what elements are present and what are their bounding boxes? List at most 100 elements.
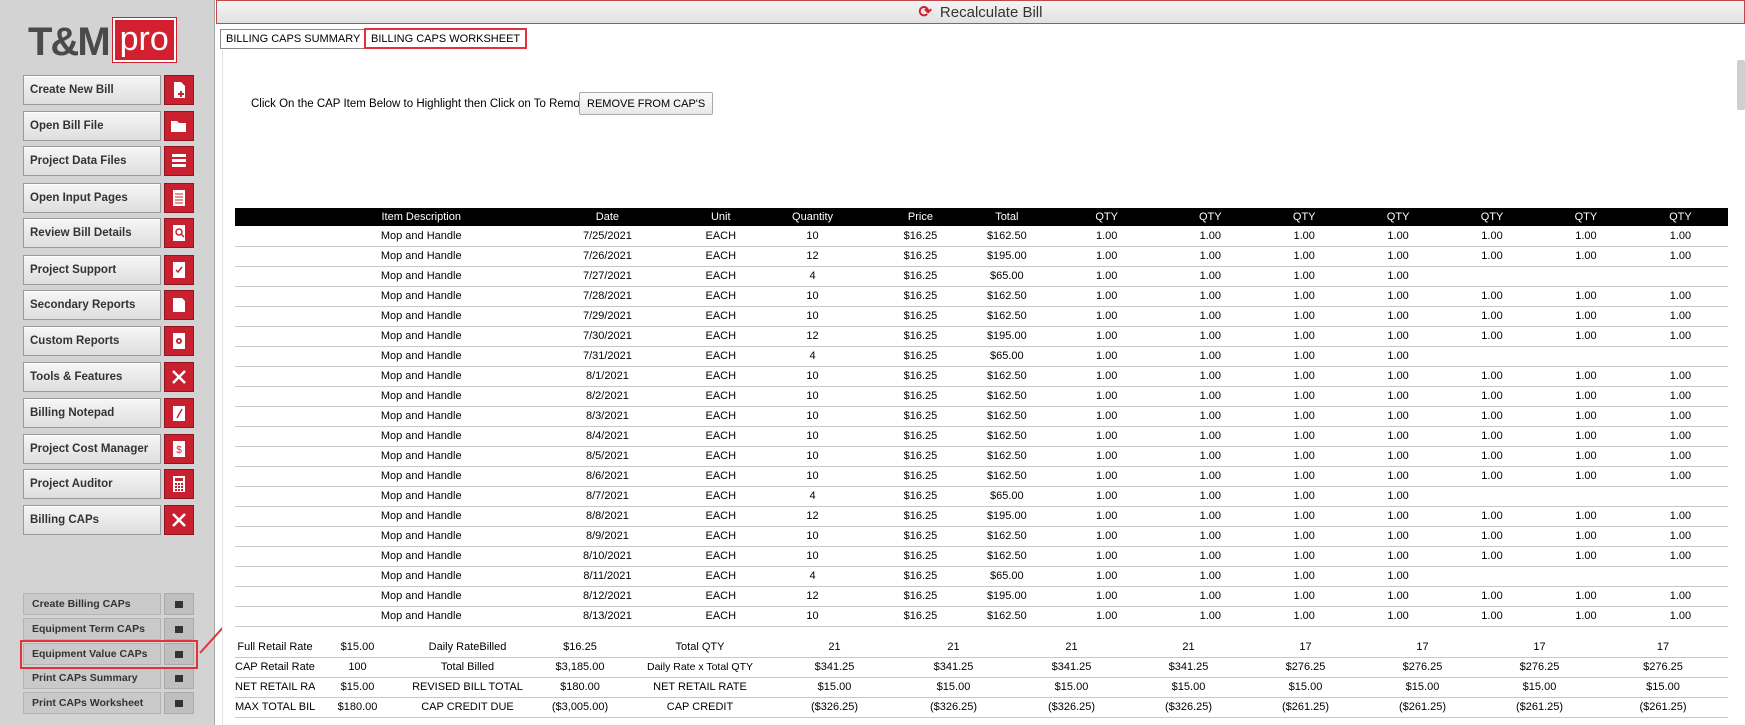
table-cell: 1.00	[1050, 606, 1164, 627]
dollar-document-icon[interactable]: $	[164, 434, 194, 464]
column-header[interactable]: QTY	[1445, 208, 1539, 226]
folder-open-icon[interactable]	[164, 111, 194, 141]
sidebar-item-billing-notepad[interactable]: Billing Notepad	[23, 398, 194, 428]
sidebar-item-label[interactable]: Project Support	[23, 255, 161, 285]
sidebar-item-label[interactable]: Open Input Pages	[23, 183, 161, 213]
table-row[interactable]: Mop and Handle 8/2/2021 EACH 10 $16.25 $162.5…	[235, 386, 1728, 407]
magnify-document-icon[interactable]	[164, 218, 194, 248]
sidebar-subitem-label[interactable]: Equipment Term CAPs	[23, 618, 161, 640]
table-row[interactable]: Mop and Handle 7/25/2021 EACH 10 $16.25 $162.…	[235, 226, 1728, 247]
sidebar-subitem-print-caps-worksheet[interactable]: Print CAPs Worksheet	[23, 692, 194, 714]
column-header[interactable]: Item Description	[321, 208, 522, 226]
calculator-icon[interactable]	[164, 469, 194, 499]
tab-billing-caps-summary[interactable]: BILLING CAPS SUMMARY	[220, 29, 367, 49]
sidebar-item-label[interactable]: Review Bill Details	[23, 218, 161, 248]
square-icon[interactable]	[164, 593, 194, 615]
sidebar-item-label[interactable]: Custom Reports	[23, 326, 161, 356]
column-header[interactable]: QTY	[1257, 208, 1352, 226]
column-header[interactable]	[235, 208, 322, 226]
table-cell: $162.50	[963, 426, 1050, 447]
sidebar-subitem-equipment-term-caps[interactable]: Equipment Term CAPs	[23, 618, 194, 640]
table-row[interactable]: Mop and Handle 8/6/2021 EACH 10 $16.25 $162.5…	[235, 466, 1728, 487]
table-row[interactable]: Mop and Handle 7/28/2021 EACH 10 $16.25 $162.…	[235, 286, 1728, 307]
close-icon[interactable]	[164, 505, 194, 535]
sidebar-item-custom-reports[interactable]: Custom Reports	[23, 326, 194, 356]
remove-from-caps-button[interactable]: REMOVE FROM CAP'S	[579, 92, 714, 115]
sidebar-item-label[interactable]: Open Bill File	[23, 111, 161, 141]
table-row[interactable]: Mop and Handle 8/1/2021 EACH 10 $16.25 $162.5…	[235, 366, 1728, 387]
pages-icon[interactable]	[164, 183, 194, 213]
table-row[interactable]: Mop and Handle 8/13/2021 EACH 10 $16.25 $162.…	[235, 606, 1728, 627]
column-header[interactable]: QTY	[1050, 208, 1164, 226]
column-header[interactable]: QTY	[1538, 208, 1633, 226]
sidebar-item-open-bill-file[interactable]: Open Bill File	[23, 111, 194, 141]
table-cell: EACH	[693, 346, 748, 367]
table-row[interactable]: Mop and Handle 7/31/2021 EACH 4 $16.25 $65.00…	[235, 346, 1728, 367]
table-cell: 1.00	[1538, 366, 1633, 387]
notepad-icon[interactable]	[164, 398, 194, 428]
square-icon[interactable]	[164, 618, 194, 640]
square-icon[interactable]	[164, 667, 194, 689]
table-cell: 1.00	[1632, 306, 1728, 327]
table-row[interactable]: Mop and Handle 7/30/2021 EACH 12 $16.25 $195.…	[235, 326, 1728, 347]
square-icon[interactable]	[164, 692, 194, 714]
summary-cell: ($326.25)	[1130, 697, 1247, 718]
sidebar-item-label[interactable]: Billing CAPs	[23, 505, 161, 535]
sidebar-item-billing-caps[interactable]: Billing CAPs	[23, 505, 194, 535]
vertical-scrollbar[interactable]	[1737, 60, 1745, 110]
table-row[interactable]: Mop and Handle 8/8/2021 EACH 12 $16.25 $195.0…	[235, 506, 1728, 527]
table-row[interactable]: Mop and Handle 7/29/2021 EACH 10 $16.25 $162.…	[235, 306, 1728, 327]
table-row[interactable]: Mop and Handle 8/7/2021 EACH 4 $16.25 $65.00 1…	[235, 486, 1728, 507]
column-header[interactable]: Date	[521, 208, 694, 226]
column-header[interactable]: Price	[877, 208, 964, 226]
sidebar-item-label[interactable]: Billing Notepad	[23, 398, 161, 428]
gear-document-icon[interactable]	[164, 326, 194, 356]
sidebar-item-project-cost-manager[interactable]: Project Cost Manager $	[23, 434, 194, 464]
column-header[interactable]: Unit	[693, 208, 748, 226]
sidebar-item-open-input-pages[interactable]: Open Input Pages	[23, 183, 194, 213]
sidebar-subitem-create-billing-caps[interactable]: Create Billing CAPs	[23, 593, 194, 615]
sidebar-item-label[interactable]: Tools & Features	[23, 362, 161, 392]
table-row[interactable]: Mop and Handle 8/5/2021 EACH 10 $16.25 $162.5…	[235, 446, 1728, 467]
table-row[interactable]: Mop and Handle 8/12/2021 EACH 12 $16.25 $195.…	[235, 586, 1728, 607]
sidebar-item-project-data-files[interactable]: Project Data Files	[23, 146, 194, 176]
table-row[interactable]: Mop and Handle 8/10/2021 EACH 10 $16.25 $162.…	[235, 546, 1728, 567]
recalculate-bill-bar[interactable]: ⟳ Recalculate Bill	[216, 0, 1745, 24]
sidebar-item-create-new-bill[interactable]: Create New Bill	[23, 75, 194, 105]
table-cell: 1.00	[1538, 246, 1633, 267]
table-cell: 1.00	[1050, 346, 1164, 367]
sidebar-subitem-label[interactable]: Create Billing CAPs	[23, 593, 161, 615]
sidebar-item-project-auditor[interactable]: Project Auditor	[23, 469, 194, 499]
table-row[interactable]: Mop and Handle 7/27/2021 EACH 4 $16.25 $65.00…	[235, 266, 1728, 287]
table-row[interactable]: Mop and Handle 8/9/2021 EACH 10 $16.25 $162.5…	[235, 526, 1728, 547]
sidebar-item-label[interactable]: Project Auditor	[23, 469, 161, 499]
sidebar-item-secondary-reports[interactable]: Secondary Reports	[23, 290, 194, 320]
sidebar-subitem-label[interactable]: Print CAPs Worksheet	[23, 692, 161, 714]
sidebar-item-label[interactable]: Project Cost Manager	[23, 434, 161, 464]
sidebar-subitem-label[interactable]: Print CAPs Summary	[23, 667, 161, 689]
table-row[interactable]: Mop and Handle 7/26/2021 EACH 12 $16.25 $195.…	[235, 246, 1728, 267]
checklist-icon[interactable]	[164, 255, 194, 285]
sidebar-item-project-support[interactable]: Project Support	[23, 255, 194, 285]
sidebar-item-review-bill-details[interactable]: Review Bill Details	[23, 218, 194, 248]
table-row[interactable]: Mop and Handle 8/3/2021 EACH 10 $16.25 $162.5…	[235, 406, 1728, 427]
sidebar-item-label[interactable]: Create New Bill	[23, 75, 161, 105]
column-header[interactable]: Total	[963, 208, 1050, 226]
table-cell: 1.00	[1538, 386, 1633, 407]
sidebar-item-label[interactable]: Project Data Files	[23, 146, 161, 176]
column-header[interactable]: QTY	[1632, 208, 1728, 226]
document-icon[interactable]	[164, 290, 194, 320]
column-header[interactable]: Quantity	[747, 208, 878, 226]
table-row[interactable]: Mop and Handle 8/4/2021 EACH 10 $16.25 $162.5…	[235, 426, 1728, 447]
column-header[interactable]: QTY	[1163, 208, 1258, 226]
table-cell: 8/9/2021	[521, 526, 694, 547]
sidebar-item-label[interactable]: Secondary Reports	[23, 290, 161, 320]
tools-icon[interactable]	[164, 362, 194, 392]
tab-billing-caps-worksheet[interactable]: BILLING CAPS WORKSHEET	[364, 28, 528, 49]
table-row[interactable]: Mop and Handle 8/11/2021 EACH 4 $16.25 $65.00…	[235, 566, 1728, 587]
sidebar-item-tools-features[interactable]: Tools & Features	[23, 362, 194, 392]
column-header[interactable]: QTY	[1351, 208, 1446, 226]
list-icon[interactable]	[164, 146, 194, 176]
new-file-icon[interactable]	[164, 75, 194, 105]
sidebar-subitem-print-caps-summary[interactable]: Print CAPs Summary	[23, 667, 194, 689]
